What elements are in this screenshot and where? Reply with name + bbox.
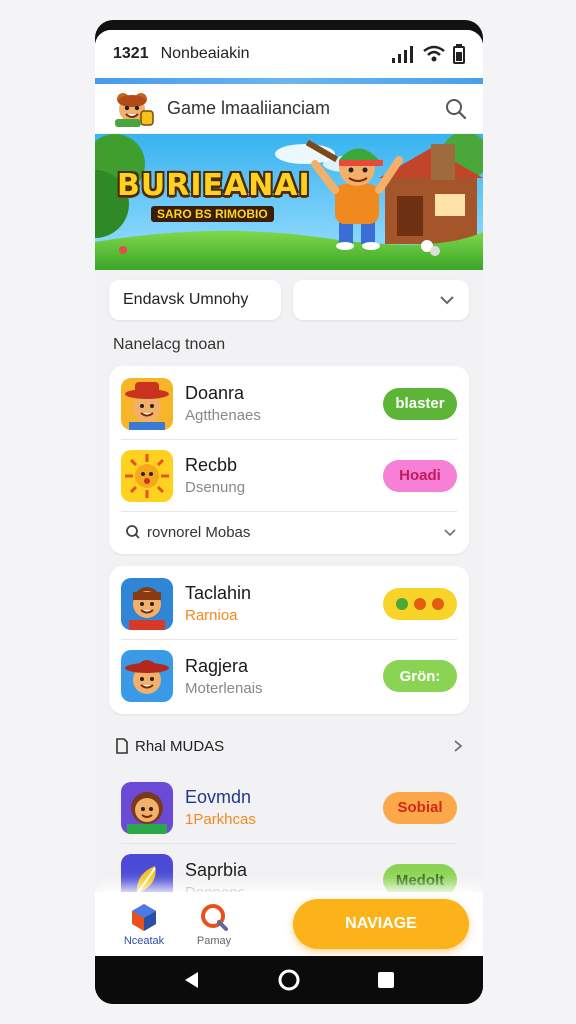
navigate-button[interactable]: NAVIAGE [293, 899, 469, 949]
battery-icon [453, 44, 465, 64]
list-item[interactable]: Ragjera Moterlenais Grön: [121, 640, 457, 712]
app-bar: Game lmaaliianciam [95, 84, 483, 134]
boy-avatar-icon [121, 577, 173, 630]
system-nav-bar [95, 956, 483, 1004]
game-card-group-1: Doanra Agtthenaes blaster Recbb Dsenung … [109, 366, 469, 554]
app-title: Game lmaaliianciam [167, 98, 331, 118]
status-bar: 1321 Nonbeaiakin [95, 30, 483, 78]
nav-label: Nceatak [123, 934, 165, 947]
search-icon [126, 525, 140, 539]
list-item[interactable]: Recbb Dsenung Hoadi [121, 440, 457, 512]
chevron-right-icon [454, 740, 463, 752]
search-icon[interactable] [445, 98, 467, 120]
more-link[interactable]: rovnorel Mobas [121, 512, 457, 552]
action-button[interactable]: Sobial [383, 791, 457, 824]
group-header[interactable]: Rhal MUDAS [109, 722, 469, 770]
sun-face-icon [121, 449, 173, 502]
hero-banner[interactable]: BURIEANAI SARO BS RIMOBIO [95, 134, 483, 270]
game-name: Doanra [185, 383, 245, 403]
chevron-down-icon [444, 528, 456, 536]
document-icon [116, 738, 128, 754]
filter-row: Endavsk Umnohy [109, 280, 469, 320]
game-subtitle: Moterlenais [185, 679, 263, 697]
list-item[interactable]: Doanra Agtthenaes blaster [121, 368, 457, 440]
action-button[interactable]: Grön: [383, 660, 457, 692]
nav-item-quest[interactable]: Pamay [179, 902, 249, 947]
rewards-icon [396, 597, 444, 610]
phone-frame: 1321 Nonbeaiakin Game lmaaliianciam BURI… [95, 20, 483, 1004]
more-link-label: rovnorel Mobas [147, 523, 251, 541]
quest-icon [201, 903, 228, 931]
list-item[interactable]: Taclahin Rarnioa [121, 568, 457, 640]
girl-avatar-icon [121, 781, 173, 834]
app-logo-icon[interactable] [111, 89, 155, 129]
recents-icon[interactable] [376, 970, 396, 990]
signal-icon [392, 46, 413, 63]
status-time: 1321 [113, 45, 149, 62]
back-icon[interactable] [182, 970, 202, 990]
wifi-icon [423, 45, 445, 62]
hat-avatar-icon [121, 650, 173, 702]
chevron-down-icon [440, 296, 454, 305]
screen: 1321 Nonbeaiakin Game lmaaliianciam BURI… [95, 30, 483, 956]
group-header-label: Rhal MUDAS [135, 737, 225, 755]
game-name: Recbb [185, 455, 238, 475]
game-subtitle: Rarnioa [185, 607, 238, 624]
home-icon[interactable] [277, 968, 301, 992]
filter-chip[interactable]: Endavsk Umnohy [109, 280, 281, 320]
game-name: Saprbia [185, 859, 248, 880]
nav-item-home[interactable]: Nceatak [109, 902, 179, 947]
nav-label: Pamay [196, 934, 232, 947]
game-name: Eovmdn [185, 787, 252, 807]
banner-subtitle: SARO BS RIMOBIO [151, 206, 274, 222]
action-button[interactable]: blaster [383, 387, 457, 420]
bottom-nav: Nceatak Pamay NAVIAGE [95, 892, 483, 956]
game-subtitle: Dsenung [185, 479, 246, 496]
game-subtitle: 1Parkhcas [185, 811, 256, 828]
section-title: Nanelacg tnoan [113, 336, 226, 353]
action-button[interactable] [383, 587, 457, 620]
game-name: Ragjera [185, 655, 249, 676]
banner-title: BURIEANAI [117, 168, 311, 203]
status-carrier: Nonbeaiakin [160, 45, 250, 62]
filter-dropdown[interactable] [293, 280, 469, 320]
game-name: Taclahin [185, 583, 252, 603]
game-subtitle: Agtthenaes [185, 407, 261, 424]
action-button[interactable]: Hoadi [383, 459, 457, 492]
list-item[interactable]: Eovmdn 1Parkhcas Sobial [121, 772, 457, 844]
cube-icon [132, 903, 156, 931]
content-area: Endavsk Umnohy Nanelacg tnoan Doanra Agt… [95, 270, 483, 956]
game-card-group-2: Taclahin Rarnioa Ragjera Moterlenais Grö… [109, 566, 469, 714]
cowboy-avatar-icon [121, 377, 173, 430]
